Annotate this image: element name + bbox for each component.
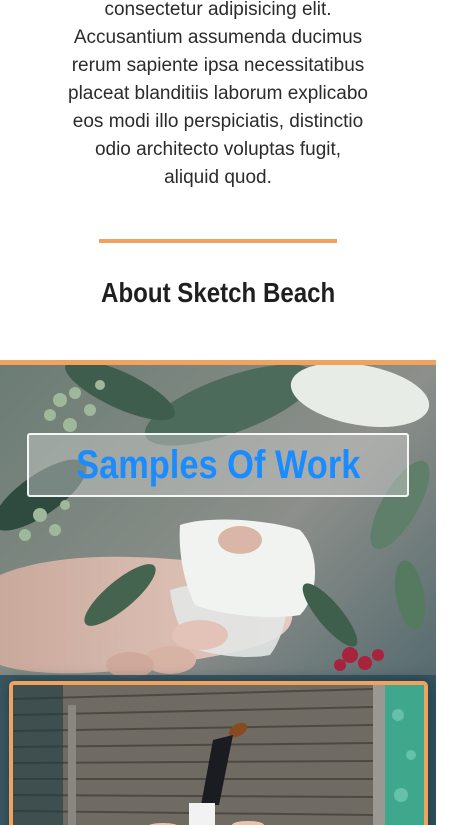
about-heading-text: About Sketch Beach	[100, 277, 336, 308]
accent-divider	[99, 239, 337, 243]
samples-of-work-section: Samples Of Work	[0, 360, 436, 825]
about-heading: About Sketch Beach	[0, 272, 436, 314]
samples-title-box: Samples Of Work	[27, 433, 409, 497]
intro-section: consectetur adipisicing elit. Accusantiu…	[0, 0, 436, 225]
work-sample-image	[13, 685, 424, 825]
intro-paragraph: consectetur adipisicing elit. Accusantiu…	[68, 0, 368, 188]
work-sample-card[interactable]	[9, 681, 428, 825]
samples-of-work-title: Samples Of Work	[75, 443, 361, 487]
